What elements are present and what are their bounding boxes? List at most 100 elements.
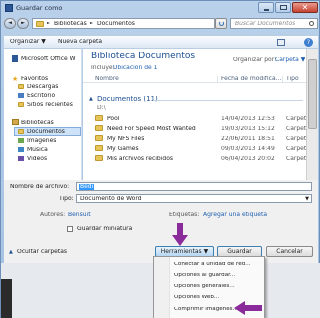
arrange-dropdown[interactable]: Carpeta ▼ [275, 57, 305, 63]
thumbnail-checkbox[interactable] [67, 226, 73, 232]
menu-item-compress-pictures[interactable]: Comprimir imágenes... [174, 307, 238, 313]
nav-item-office[interactable]: Microsoft Office W [21, 56, 81, 62]
organize-button[interactable]: Organizar ▼ [10, 39, 46, 45]
collapse-icon[interactable]: ▲ [9, 249, 13, 255]
nav-item-downloads[interactable]: Descargas [27, 84, 58, 90]
menu-item-save-options[interactable]: Opciones al guardar... [174, 273, 235, 279]
vertical-scrollbar[interactable] [306, 49, 318, 180]
search-input[interactable]: Buscar Documentos [230, 18, 318, 29]
refresh-icon [219, 21, 224, 26]
view-options-icon[interactable] [277, 39, 285, 46]
save-label: Guardar [227, 248, 252, 255]
annotation-arrow-down-icon [172, 223, 188, 246]
breadcrumb-libraries[interactable]: Bibliotecas [54, 21, 87, 27]
scrollbar-thumb[interactable] [308, 59, 317, 129]
filename-label: Nombre de archivo: [10, 184, 70, 190]
nav-item-recent[interactable]: Sitios recientes [27, 102, 73, 108]
library-icon [36, 21, 44, 27]
filetype-value: Documento de Word [80, 196, 142, 202]
music-icon [18, 147, 24, 152]
star-icon: ★ [12, 75, 19, 83]
row-name: My Games [107, 146, 139, 152]
background-window-edge [1, 279, 12, 318]
row-type: Carpeta d [286, 156, 306, 162]
includes-link[interactable]: Ubicación de 1 [113, 65, 157, 71]
minimize-icon [264, 9, 269, 11]
menu-icon-gutter [154, 257, 170, 318]
downloads-folder-icon [18, 84, 24, 89]
column-type[interactable]: Tipo [282, 76, 299, 82]
word-doc-icon [12, 55, 18, 62]
nav-group-libraries[interactable]: Bibliotecas [21, 120, 54, 126]
table-row[interactable]: Pool 14/04/2013 12:53 Carpeta d [87, 114, 306, 123]
forward-icon: ► [21, 20, 25, 26]
save-form: Nombre de archivo: Bedi Tipo: Documento … [4, 180, 318, 263]
table-row[interactable]: My Games 09/03/2013 14:49 Carpeta d [87, 144, 306, 153]
folder-icon [95, 155, 103, 161]
authors-value[interactable]: Bensuit [68, 212, 91, 218]
table-row[interactable]: Need For Speed Most Wanted 19/03/2013 15… [87, 124, 306, 133]
nav-item-documents[interactable]: Documentos [27, 129, 65, 135]
videos-icon [18, 156, 24, 161]
folder-icon [95, 115, 103, 121]
group-divider [153, 100, 303, 101]
menu-item-web-options[interactable]: Opciones Web... [174, 295, 219, 301]
recent-places-icon [18, 102, 24, 107]
column-name[interactable]: Nombre [95, 76, 119, 82]
toolbar: Organizar ▼ Nueva carpeta ? [4, 35, 318, 49]
row-date: 22/06/2011 18:51 [221, 136, 275, 142]
hide-folders-button[interactable]: Ocultar carpetas [17, 249, 67, 255]
row-name: Pool [107, 116, 120, 122]
help-icon[interactable]: ? [304, 38, 313, 47]
filename-field[interactable]: Bedi [76, 182, 312, 191]
address-bar[interactable]: ► Bibliotecas ► Documentos [32, 18, 215, 29]
back-button[interactable]: ◄ [4, 18, 16, 29]
tags-label: Etiquetas: [169, 212, 200, 218]
forward-button[interactable]: ► [17, 18, 29, 29]
refresh-button[interactable] [215, 18, 227, 29]
file-list-pane: Biblioteca Documentos Incluye: Ubicación… [83, 49, 306, 180]
menu-item-general-options[interactable]: Opciones generales... [174, 284, 235, 290]
pictures-icon [18, 138, 24, 143]
desktop-icon [18, 93, 24, 98]
collapse-group-icon[interactable]: ▲ [89, 96, 93, 102]
row-name: Mis archivos recibidos [107, 156, 173, 162]
column-date[interactable]: Fecha de modifica... [217, 76, 281, 82]
annotation-arrow-left-icon [234, 301, 262, 315]
table-row[interactable]: Mis archivos recibidos 06/04/2013 20:02 … [87, 154, 306, 163]
close-button[interactable]: ✕ [292, 2, 318, 13]
new-folder-button[interactable]: Nueva carpeta [58, 39, 102, 45]
includes-label: Incluye: [91, 65, 115, 71]
tools-label: Herramientas ▼ [160, 248, 209, 255]
row-date: 19/03/2013 15:12 [221, 126, 275, 132]
thumbnail-label: Guardar miniatura [77, 226, 133, 232]
cancel-button[interactable]: Cancelar [266, 246, 313, 257]
chevron-down-icon: ▼ [305, 196, 309, 202]
minimize-button[interactable] [258, 2, 274, 13]
back-icon: ◄ [8, 20, 12, 26]
nav-item-music[interactable]: Música [27, 147, 48, 153]
filename-value: Bedi [79, 184, 95, 190]
group-header[interactable]: Documentos (11) [97, 96, 158, 103]
maximize-icon [280, 5, 287, 10]
nav-item-pictures[interactable]: Imágenes [27, 138, 56, 144]
maximize-button[interactable] [275, 2, 291, 13]
documents-icon [18, 129, 24, 134]
filetype-select[interactable]: Documento de Word ▼ [76, 194, 312, 203]
title-bar: Guardar como ✕ [1, 1, 320, 17]
table-row[interactable]: My NFS Files 22/06/2011 18:51 Carpeta d [87, 134, 306, 143]
window-title: Guardar como [16, 5, 63, 12]
breadcrumb-documents[interactable]: Documentos [97, 21, 135, 27]
nav-item-desktop[interactable]: Escritorio [27, 93, 55, 99]
navigation-pane: Microsoft Office W ★ Favoritos Descargas… [4, 49, 82, 180]
library-title: Biblioteca Documentos [91, 52, 196, 61]
menu-item-map-network-drive[interactable]: Conectar a unidad de red... [174, 262, 251, 268]
row-name: Need For Speed Most Wanted [107, 126, 196, 132]
nav-item-videos[interactable]: Vídeos [27, 156, 47, 162]
nav-group-favorites[interactable]: Favoritos [21, 76, 48, 82]
row-type: Carpeta d [286, 116, 306, 122]
tags-value[interactable]: Agregar una etiqueta [203, 212, 267, 218]
address-separator: ► [47, 21, 51, 25]
address-separator: ► [90, 21, 94, 25]
libraries-icon [12, 119, 19, 125]
